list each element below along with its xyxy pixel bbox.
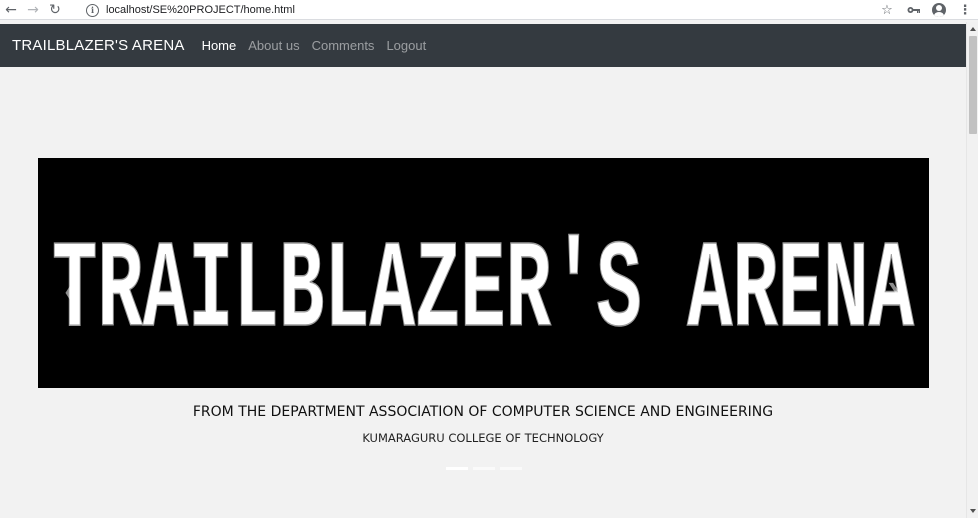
reload-button[interactable]: ↻ <box>44 0 66 20</box>
reload-icon: ↻ <box>49 1 61 18</box>
nav-link-about-us[interactable]: About us <box>248 38 299 53</box>
scroll-down-arrow-icon[interactable] <box>970 509 976 513</box>
carousel-indicator[interactable] <box>500 467 522 470</box>
chevron-left-icon: ❮ <box>62 279 80 303</box>
forward-button[interactable]: → <box>22 0 44 20</box>
address-bar[interactable]: i localhost/SE%20PROJECT/home.html <box>80 0 880 20</box>
page-viewport: TRAILBLAZER'S ARENA Home About us Commen… <box>0 22 966 518</box>
carousel-next-button[interactable]: ❯ <box>879 276 909 306</box>
scroll-up-arrow-icon[interactable] <box>970 27 976 31</box>
browser-menu-button[interactable]: ⋮ <box>952 0 978 20</box>
browser-toolbar: ← → ↻ i localhost/SE%20PROJECT/home.html… <box>0 0 978 20</box>
bookmark-star-button[interactable]: ☆ <box>874 0 900 20</box>
nav-links: Home About us Comments Logout <box>202 38 439 53</box>
url-text[interactable]: localhost/SE%20PROJECT/home.html <box>106 4 295 16</box>
carousel-prev-button[interactable]: ❮ <box>56 276 86 306</box>
more-vert-icon: ⋮ <box>958 2 972 18</box>
arrow-right-icon: → <box>27 1 39 18</box>
site-brand[interactable]: TRAILBLAZER'S ARENA <box>12 37 185 54</box>
page-scrollbar[interactable] <box>966 22 978 518</box>
nav-link-comments[interactable]: Comments <box>312 38 375 53</box>
banner-text: TRAILBLAZER'S ARENA <box>52 223 914 363</box>
back-button[interactable]: ← <box>0 0 22 20</box>
key-icon <box>907 7 920 13</box>
info-icon[interactable]: i <box>86 3 99 17</box>
profile-button[interactable] <box>926 0 952 20</box>
carousel-indicator[interactable] <box>446 467 468 470</box>
carousel-indicators <box>446 467 527 470</box>
carousel-indicator[interactable] <box>473 467 495 470</box>
nav-link-logout[interactable]: Logout <box>386 38 426 53</box>
scroll-thumb[interactable] <box>969 36 977 134</box>
arrow-left-icon: ← <box>5 1 17 18</box>
site-navbar: TRAILBLAZER'S ARENA Home About us Commen… <box>0 24 966 67</box>
banner-image: TRAILBLAZER'S ARENA <box>38 158 929 388</box>
hero-carousel: TRAILBLAZER'S ARENA ❮ ❯ <box>38 158 929 388</box>
account-icon <box>932 3 946 17</box>
carousel-caption-subtitle: KUMARAGURU COLLEGE OF TECHNOLOGY <box>362 431 604 445</box>
passwords-button[interactable] <box>900 0 926 20</box>
carousel-caption-title: FROM THE DEPARTMENT ASSOCIATION OF COMPU… <box>192 404 774 420</box>
nav-link-home[interactable]: Home <box>202 38 237 53</box>
chevron-right-icon: ❯ <box>885 279 903 303</box>
star-icon: ☆ <box>881 2 893 18</box>
